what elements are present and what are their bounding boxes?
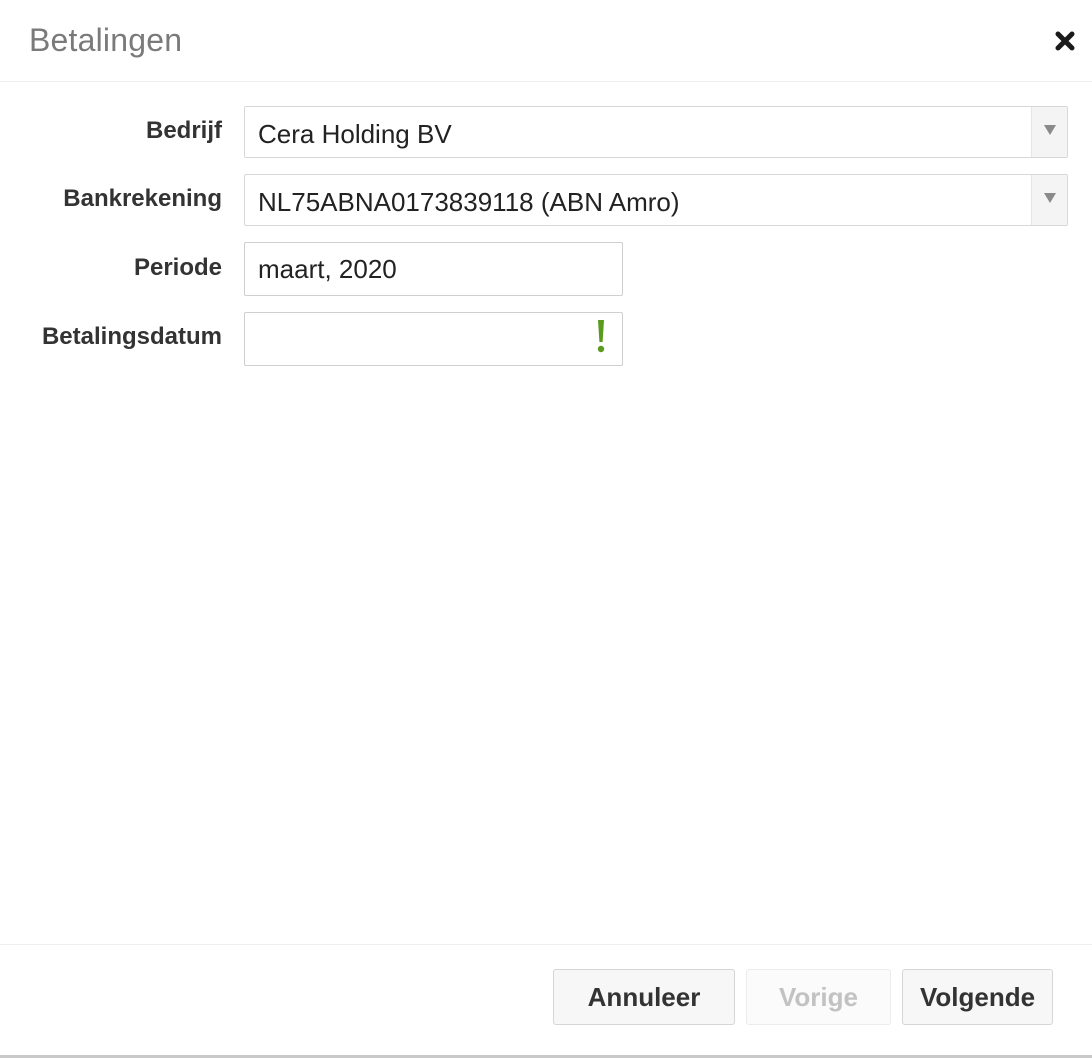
periode-label: Periode bbox=[133, 254, 222, 281]
next-button[interactable]: Volgende bbox=[902, 969, 1053, 1025]
betalingsdatum-label: Betalingsdatum bbox=[41, 323, 222, 350]
close-icon bbox=[1055, 31, 1075, 51]
periode-input[interactable] bbox=[244, 242, 623, 296]
bedrijf-select-value: Cera Holding BV bbox=[258, 119, 452, 149]
dialog-footer: Annuleer Vorige Volgende bbox=[0, 944, 1092, 1055]
close-button[interactable] bbox=[1050, 26, 1080, 56]
payments-dialog: Betalingen Bedrijf Cera Holding BV Bankr… bbox=[0, 0, 1092, 1058]
bankrekening-select-value: NL75ABNA0173839118 (ABN Amro) bbox=[258, 187, 680, 217]
bedrijf-select[interactable]: Cera Holding BV bbox=[244, 106, 1068, 158]
bedrijf-label: Bedrijf bbox=[145, 117, 222, 144]
warning-icon bbox=[597, 320, 605, 353]
chevron-down-icon[interactable] bbox=[1031, 175, 1067, 225]
dialog-header: Betalingen bbox=[0, 0, 1092, 82]
bankrekening-select[interactable]: NL75ABNA0173839118 (ABN Amro) bbox=[244, 174, 1068, 226]
previous-button[interactable]: Vorige bbox=[746, 969, 891, 1025]
chevron-down-icon[interactable] bbox=[1031, 107, 1067, 157]
dialog-title: Betalingen bbox=[29, 22, 183, 58]
cancel-button[interactable]: Annuleer bbox=[553, 969, 735, 1025]
betalingsdatum-input[interactable] bbox=[244, 312, 623, 366]
bankrekening-label: Bankrekening bbox=[63, 185, 222, 212]
